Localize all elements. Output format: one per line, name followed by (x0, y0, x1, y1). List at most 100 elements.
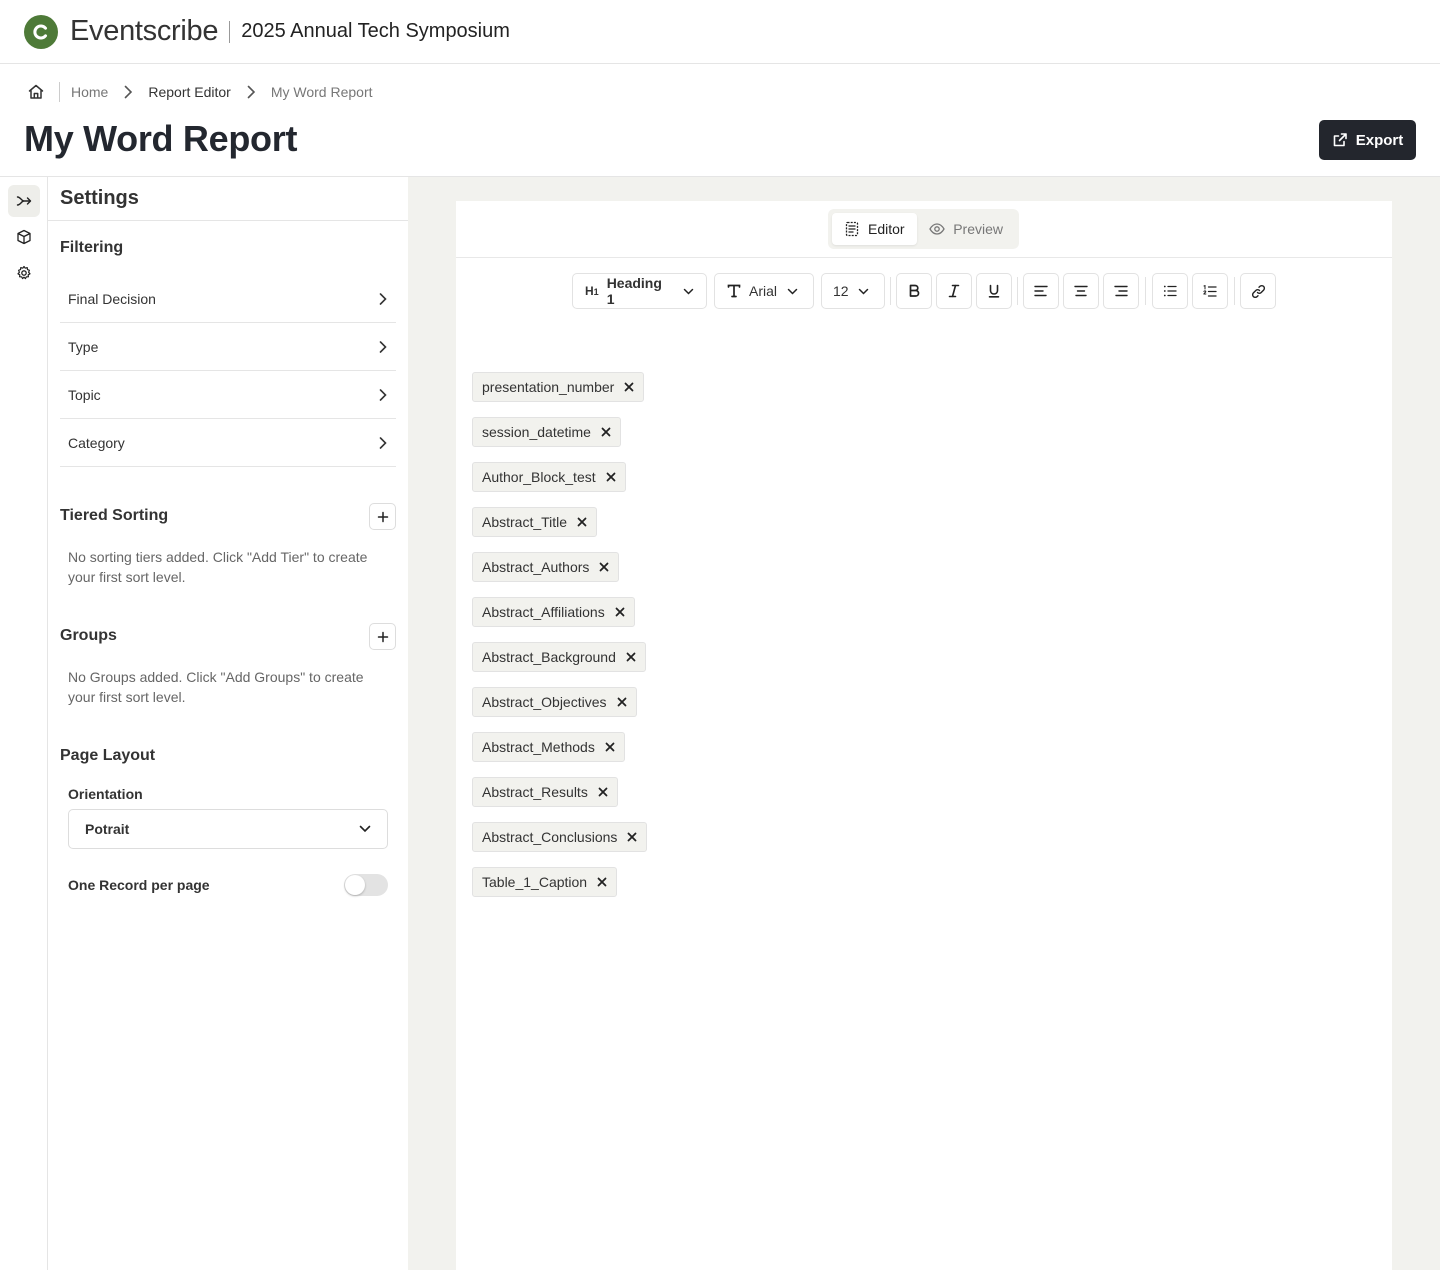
chip-label: Abstract_Title (482, 514, 568, 530)
tab-preview-label: Preview (953, 221, 1003, 237)
field-chip: Abstract_Conclusions (472, 822, 648, 852)
breadcrumb-divider (59, 82, 60, 102)
chip-label: Author_Block_test (482, 469, 596, 485)
field-chip: Table_1_Caption (472, 867, 618, 897)
remove-chip-icon[interactable] (615, 607, 625, 617)
filter-label: Topic (68, 386, 101, 403)
filter-category[interactable]: Category (60, 419, 396, 467)
chevron-right-icon (378, 436, 388, 450)
link-icon (1251, 284, 1266, 299)
tab-preview[interactable]: Preview (917, 213, 1015, 245)
export-button[interactable]: Export (1319, 120, 1416, 160)
filter-list: Final Decision Type Topic Category (60, 275, 396, 467)
remove-chip-icon[interactable] (599, 562, 609, 572)
text-type-icon (727, 284, 741, 298)
tab-editor[interactable]: Editor (832, 213, 918, 245)
breadcrumb-report-editor[interactable]: Report Editor (148, 84, 230, 100)
bold-icon (907, 284, 921, 298)
remove-chip-icon[interactable] (597, 877, 607, 887)
chevron-right-icon (378, 292, 388, 306)
orientation-value: Potrait (85, 821, 130, 837)
document-editor: Editor Preview H1 Heading 1 Arial 12 pre… (456, 201, 1392, 1270)
breadcrumb: Home Report Editor My Word Report (27, 80, 373, 104)
remove-chip-icon[interactable] (624, 382, 634, 392)
remove-chip-icon[interactable] (627, 832, 637, 842)
chip-label: Abstract_Affiliations (482, 604, 605, 620)
font-value: Arial (749, 283, 778, 299)
italic-icon (947, 284, 961, 298)
remove-chip-icon[interactable] (606, 472, 616, 482)
rail-settings-button[interactable] (8, 257, 40, 289)
chevron-right-icon (246, 85, 256, 99)
event-title: 2025 Annual Tech Symposium (241, 20, 510, 42)
one-record-toggle[interactable] (344, 874, 388, 896)
rail-box-button[interactable] (8, 221, 40, 253)
remove-chip-icon[interactable] (598, 787, 608, 797)
chevron-down-icon (359, 825, 371, 833)
chevron-down-icon (787, 288, 798, 295)
chip-label: Abstract_Results (482, 784, 588, 800)
italic-button[interactable] (936, 273, 972, 309)
editor-header: Editor Preview (456, 201, 1392, 258)
field-chip: Abstract_Title (472, 507, 598, 537)
add-tier-button[interactable] (369, 503, 396, 530)
flow-arrow-icon (16, 193, 32, 209)
home-icon[interactable] (27, 83, 45, 101)
filter-topic[interactable]: Topic (60, 371, 396, 419)
align-center-button[interactable] (1063, 273, 1099, 309)
link-button[interactable] (1240, 273, 1276, 309)
icon-rail (0, 176, 48, 1270)
one-record-label: One Record per page (68, 877, 210, 893)
plus-icon (377, 631, 389, 643)
filter-label: Category (68, 434, 125, 451)
align-right-button[interactable] (1103, 273, 1139, 309)
filter-label: Type (68, 338, 99, 355)
numbered-list-button[interactable] (1192, 273, 1228, 309)
field-chip: Abstract_Affiliations (472, 597, 635, 627)
filter-label: Final Decision (68, 290, 156, 307)
orientation-label: Orientation (68, 786, 143, 802)
field-chip: Abstract_Objectives (472, 687, 637, 717)
tiered-sorting-title: Tiered Sorting (60, 507, 169, 524)
filter-final-decision[interactable]: Final Decision (60, 275, 396, 323)
chip-label: Abstract_Objectives (482, 694, 607, 710)
add-groups-button[interactable] (369, 623, 396, 650)
main-canvas: Editor Preview H1 Heading 1 Arial 12 pre… (408, 176, 1440, 1270)
remove-chip-icon[interactable] (601, 427, 611, 437)
rail-flow-button[interactable] (8, 185, 40, 217)
eventscribe-logo-icon[interactable] (24, 14, 58, 49)
align-left-button[interactable] (1023, 273, 1059, 309)
orientation-select[interactable]: Potrait (68, 809, 388, 849)
bold-button[interactable] (896, 273, 932, 309)
bullet-list-button[interactable] (1152, 273, 1188, 309)
font-select[interactable]: Arial (714, 273, 814, 309)
toolbar-divider (1145, 277, 1146, 305)
field-chip: session_datetime (472, 417, 621, 447)
font-size-select[interactable]: 12 (821, 273, 885, 309)
page-layout-title: Page Layout (60, 747, 156, 764)
external-link-icon (1332, 132, 1348, 148)
gear-icon (16, 265, 32, 281)
remove-chip-icon[interactable] (577, 517, 587, 527)
filter-type[interactable]: Type (60, 323, 396, 371)
breadcrumb-home[interactable]: Home (71, 84, 108, 100)
remove-chip-icon[interactable] (605, 742, 615, 752)
bullet-list-icon (1163, 285, 1177, 297)
chip-label: Abstract_Authors (482, 559, 590, 575)
breadcrumb-current: My Word Report (270, 84, 373, 100)
brand-name: Eventscribe (70, 15, 219, 47)
chevron-down-icon (683, 288, 694, 295)
font-size-value: 12 (833, 283, 849, 299)
field-chip: Abstract_Methods (472, 732, 625, 762)
underline-button[interactable] (976, 273, 1012, 309)
remove-chip-icon[interactable] (617, 697, 627, 707)
chip-label: Abstract_Background (482, 649, 616, 665)
editor-preview-toggle: Editor Preview (828, 209, 1019, 249)
brand-divider (229, 20, 231, 43)
remove-chip-icon[interactable] (626, 652, 636, 662)
tab-editor-label: Editor (868, 221, 905, 237)
heading-select[interactable]: H1 Heading 1 (572, 273, 707, 309)
align-left-icon (1034, 285, 1048, 297)
plus-icon (377, 511, 389, 523)
export-label: Export (1355, 131, 1404, 149)
